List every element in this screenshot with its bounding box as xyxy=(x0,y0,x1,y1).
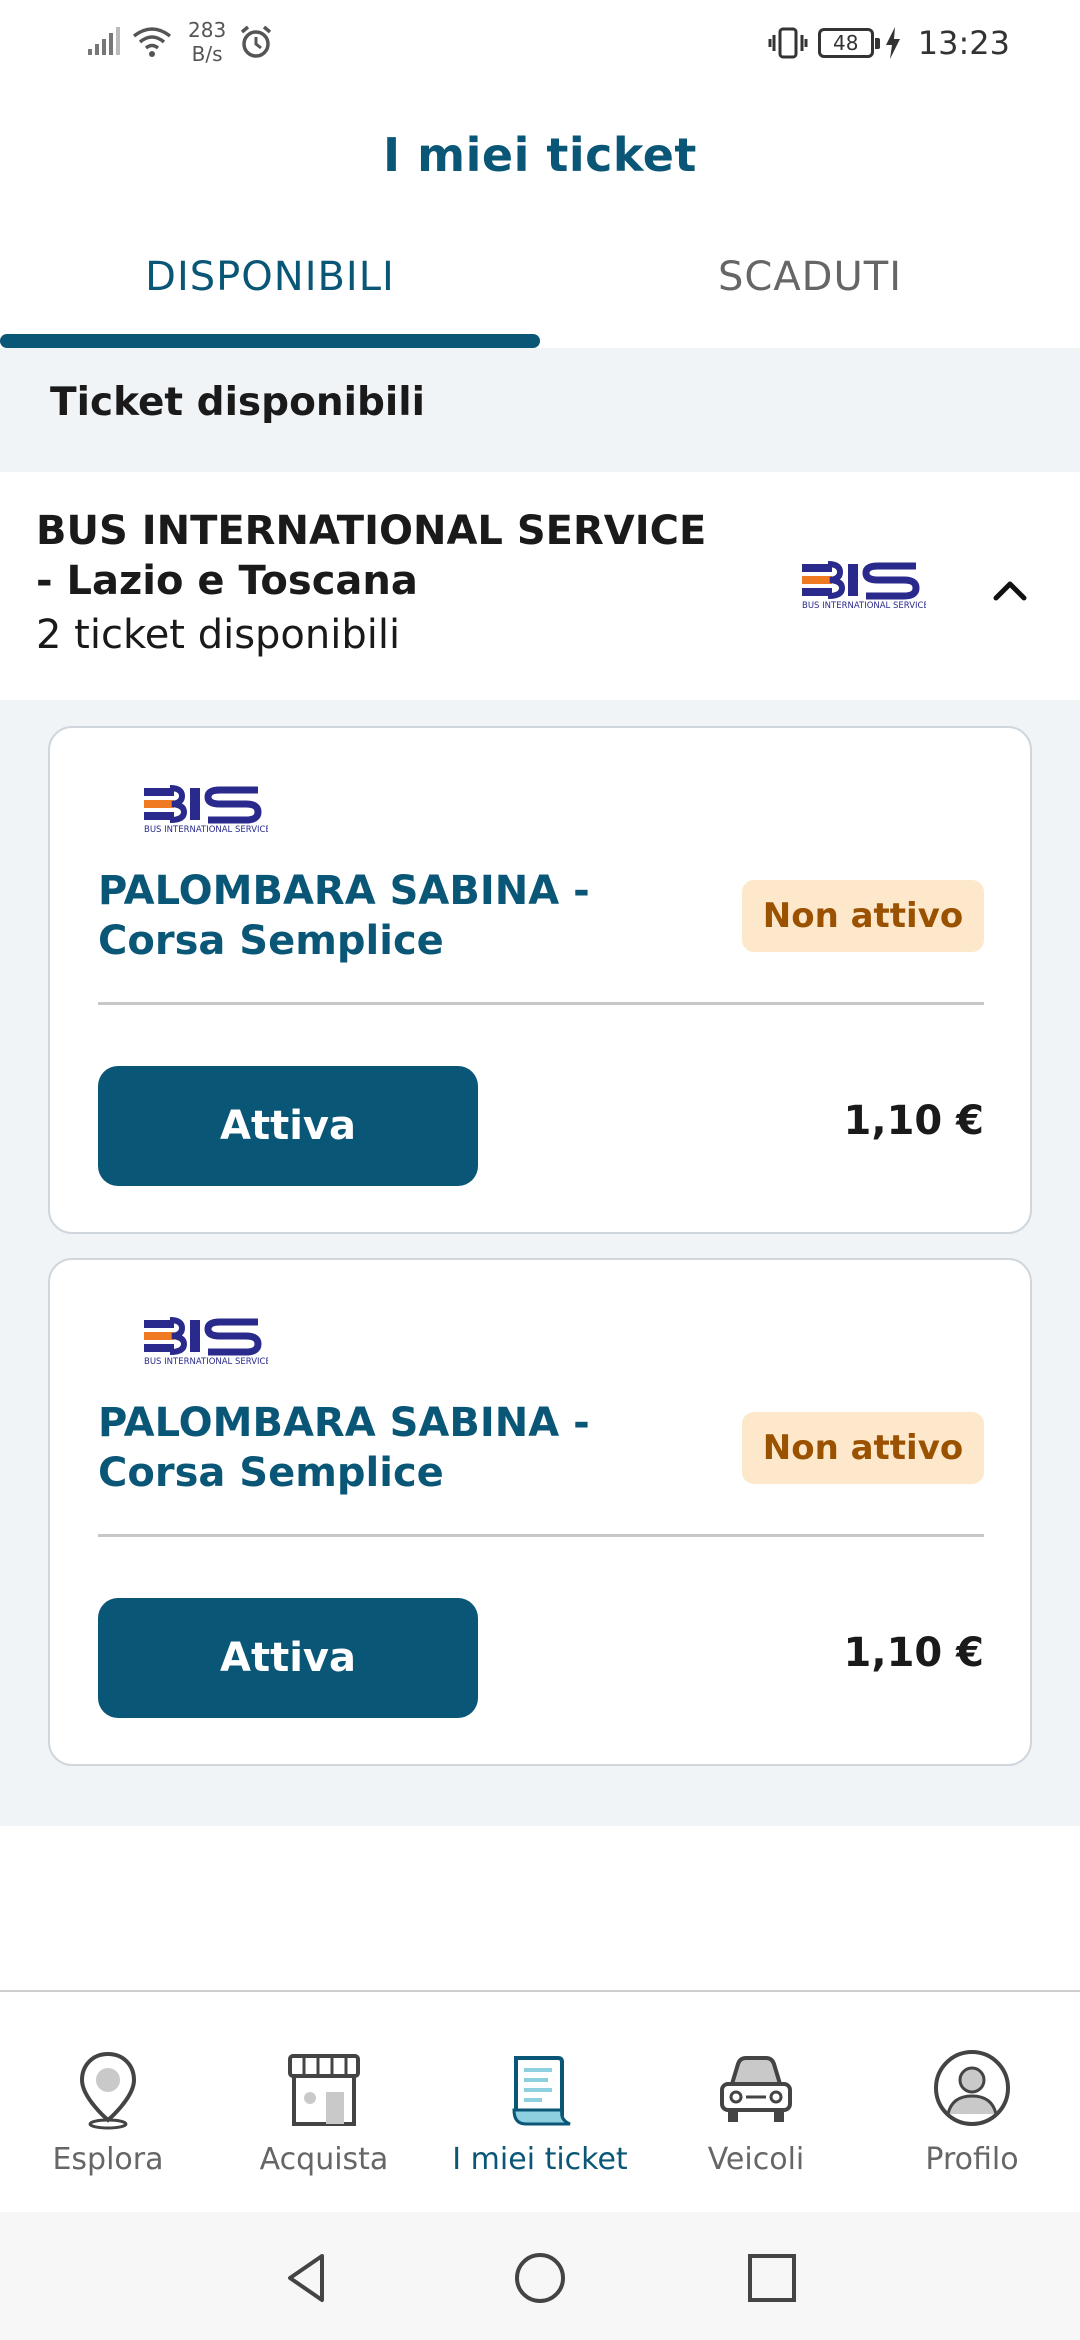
ticket-logo: BUS INTERNATIONAL SERVICE xyxy=(142,782,271,840)
company-logo-text: BUS INTERNATIONAL SERVICE xyxy=(802,601,926,611)
ticket-logo: BUS INTERNATIONAL SERVICE xyxy=(142,1314,271,1372)
signal-icon xyxy=(88,27,120,55)
nav-item-i-miei-ticket[interactable]: I miei ticket xyxy=(432,1992,648,2214)
status-right: 48 13:23 xyxy=(768,24,1010,62)
status-badge: Non attivo xyxy=(742,1412,984,1484)
section-title: Ticket disponibili xyxy=(50,380,426,425)
nav-item-veicoli[interactable]: Veicoli xyxy=(648,1992,864,2214)
page: 283 B/s 48 13:23 I miei ticket DISPONIBI… xyxy=(0,0,1080,2340)
ticket-card: BUS INTERNATIONAL SERVICE PALOMBARA SABI… xyxy=(48,1258,1032,1766)
network-speed-unit: B/s xyxy=(191,42,223,66)
nav-label-esplora: Esplora xyxy=(52,2142,164,2177)
bottom-navigation: Esplora Acquista I miei ticket Veicoli P… xyxy=(0,1990,1080,2212)
status-bar: 283 B/s 48 13:23 xyxy=(0,0,1080,90)
back-icon[interactable] xyxy=(280,2250,336,2306)
recents-icon[interactable] xyxy=(744,2250,800,2306)
battery-indicator: 48 xyxy=(817,28,880,58)
tab-active-indicator xyxy=(0,334,540,348)
tab-scaduti[interactable]: SCADUTI xyxy=(540,254,1080,300)
car-icon xyxy=(720,2056,792,2122)
network-speed-value: 283 xyxy=(188,18,227,42)
ticket-title: PALOMBARA SABINA - Corsa Semplice xyxy=(98,1400,590,1496)
ticket-title: PALOMBARA SABINA - Corsa Semplice xyxy=(98,868,590,964)
ticket-logo-text: BUS INTERNATIONAL SERVICE xyxy=(144,825,268,835)
alarm-icon xyxy=(241,25,272,58)
nav-label-acquista: Acquista xyxy=(259,2142,389,2177)
store-icon xyxy=(288,2054,360,2126)
activate-button[interactable]: Attiva xyxy=(98,1066,478,1186)
charging-icon xyxy=(885,27,900,59)
nav-item-profilo[interactable]: Profilo xyxy=(864,1992,1080,2214)
ticket-logo-text: BUS INTERNATIONAL SERVICE xyxy=(144,1357,268,1367)
ticket-divider xyxy=(98,1534,984,1537)
vibrate-icon xyxy=(768,27,808,59)
nav-item-acquista[interactable]: Acquista xyxy=(216,1992,432,2214)
company-logo: BUS INTERNATIONAL SERVICE xyxy=(800,558,929,616)
nav-label-profilo: Profilo xyxy=(925,2142,1019,2177)
tab-disponibili[interactable]: DISPONIBILI xyxy=(0,254,540,300)
home-icon[interactable] xyxy=(512,2250,568,2306)
activate-button[interactable]: Attiva xyxy=(98,1598,478,1718)
status-left: 283 B/s xyxy=(86,18,274,66)
ticket-icon xyxy=(512,2056,571,2126)
ticket-price: 1,10 € xyxy=(843,1098,984,1144)
company-name: BUS INTERNATIONAL SERVICE - Lazio e Tosc… xyxy=(36,508,707,604)
ticket-divider xyxy=(98,1002,984,1005)
profile-icon xyxy=(934,2050,1010,2126)
map-pin-icon xyxy=(79,2051,137,2130)
nav-label-veicoli: Veicoli xyxy=(707,2142,805,2177)
wifi-icon xyxy=(132,27,172,57)
ticket-card: BUS INTERNATIONAL SERVICE PALOMBARA SABI… xyxy=(48,726,1032,1234)
company-group-header[interactable]: BUS INTERNATIONAL SERVICE - Lazio e Tosc… xyxy=(0,472,1080,700)
page-title: I miei ticket xyxy=(383,128,697,182)
system-navigation-bar xyxy=(0,2212,1080,2340)
status-time: 13:23 xyxy=(917,24,1010,62)
nav-item-esplora[interactable]: Esplora xyxy=(0,1992,216,2214)
nav-label-i-miei-ticket: I miei ticket xyxy=(452,2142,628,2177)
status-badge: Non attivo xyxy=(742,880,984,952)
ticket-price: 1,10 € xyxy=(843,1630,984,1676)
chevron-up-icon[interactable] xyxy=(990,570,1030,610)
company-ticket-count: 2 ticket disponibili xyxy=(36,612,401,658)
tab-bar: DISPONIBILI SCADUTI xyxy=(0,230,1080,348)
network-speed: 283 B/s xyxy=(188,18,226,66)
